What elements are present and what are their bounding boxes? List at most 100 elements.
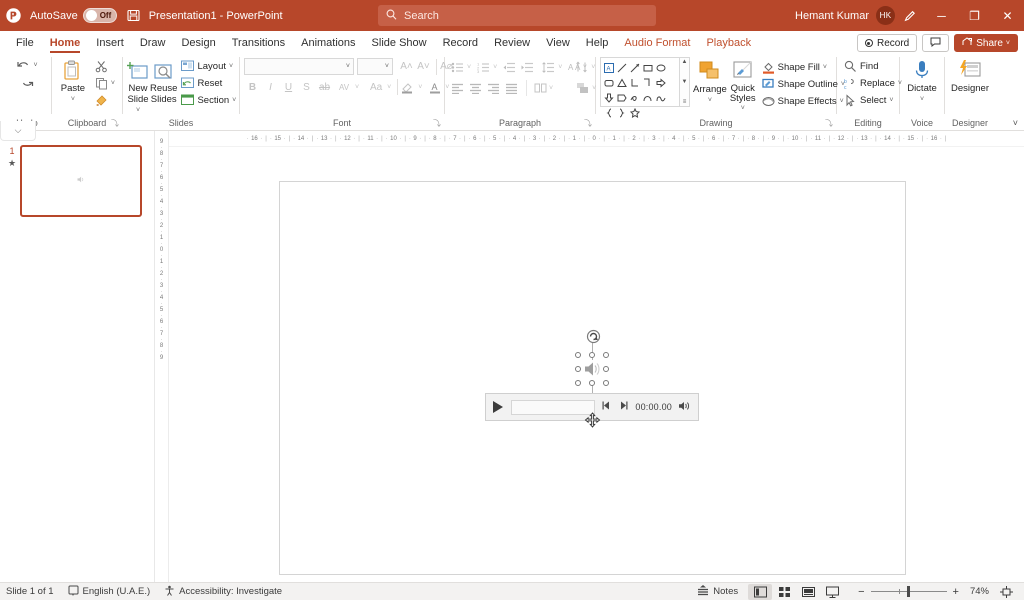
resize-handle-ne[interactable] (603, 352, 609, 358)
arrange-chevron-icon[interactable]: ˅ (708, 95, 712, 106)
pen-icon[interactable] (895, 0, 925, 31)
quick-styles-chevron-icon[interactable]: ˅ (741, 104, 745, 114)
close-button[interactable]: ✕ (991, 0, 1024, 31)
numbering-icon[interactable]: 123 (475, 59, 492, 75)
character-spacing-icon[interactable]: AV (334, 79, 354, 95)
shape-triangle-icon[interactable] (615, 75, 628, 90)
underline-icon[interactable]: U (280, 79, 297, 95)
slide-sorter-button[interactable] (772, 584, 796, 600)
shape-curve-icon[interactable] (641, 90, 654, 105)
reset-button[interactable]: Reset (178, 75, 239, 91)
shape-right-arrow-icon[interactable] (654, 75, 667, 90)
tab-help[interactable]: Help (578, 33, 617, 53)
decrease-indent-icon[interactable] (501, 59, 518, 75)
strikethrough-icon[interactable]: ab (316, 79, 333, 95)
resize-handle-s[interactable] (589, 380, 595, 386)
quick-styles-button[interactable]: Quick Styles ˅ (730, 57, 756, 114)
paragraph-dialog-launcher[interactable]: ⤵ (584, 118, 592, 129)
line-spacing-chevron-icon[interactable]: ˅ (558, 64, 562, 71)
designer-button[interactable]: Designer (949, 56, 991, 94)
save-icon[interactable] (127, 9, 140, 22)
text-shadow-icon[interactable]: S (298, 79, 315, 95)
increase-font-icon[interactable]: A˄ (398, 59, 415, 75)
select-button[interactable]: Select ˅ (841, 92, 905, 108)
tab-insert[interactable]: Insert (88, 33, 132, 53)
resize-handle-n[interactable] (589, 352, 595, 358)
volume-icon[interactable] (678, 400, 691, 415)
drawing-dialog-launcher[interactable]: ⤵ (825, 118, 833, 129)
search-input[interactable]: Search (378, 5, 656, 26)
arrange-button[interactable]: Arrange ˅ (693, 57, 727, 106)
gallery-scroll-down-icon[interactable]: ▼ (682, 79, 688, 85)
forward-quarter-second-icon[interactable] (618, 400, 629, 414)
share-button[interactable]: Share ˅ (954, 34, 1018, 52)
tab-playback[interactable]: Playback (698, 33, 759, 53)
resize-handle-sw[interactable] (575, 380, 581, 386)
paste-chevron-icon[interactable]: ˅ (71, 94, 75, 105)
smartart-icon[interactable] (574, 80, 591, 96)
zoom-level[interactable]: 74% (970, 586, 989, 597)
tab-record[interactable]: Record (435, 33, 486, 53)
slide-count[interactable]: Slide 1 of 1 (6, 586, 54, 597)
copy-chevron-icon[interactable]: ˅ (111, 80, 115, 87)
resize-handle-nw[interactable] (575, 352, 581, 358)
tab-transitions[interactable]: Transitions (224, 33, 293, 53)
tab-home[interactable]: Home (42, 33, 89, 53)
undo-chevron-icon[interactable]: ˅ (33, 62, 37, 69)
tab-review[interactable]: Review (486, 33, 538, 53)
language-status[interactable]: English (U.A.E.) (68, 585, 151, 599)
tab-view[interactable]: View (538, 33, 578, 53)
reuse-slides-button[interactable]: Reuse Slides (150, 56, 177, 105)
shapes-gallery-scrollbar[interactable]: ▲ ▼ ≡ (680, 57, 690, 107)
rotate-handle-icon[interactable] (586, 329, 601, 347)
shape-pentagon-icon[interactable] (615, 90, 628, 105)
shape-elbow2-icon[interactable] (641, 75, 654, 90)
minimize-button[interactable]: ─ (925, 0, 958, 31)
normal-view-button[interactable] (748, 584, 772, 600)
layout-chevron-icon[interactable]: ˅ (229, 63, 233, 70)
tab-audio-format[interactable]: Audio Format (616, 33, 698, 53)
reading-view-button[interactable] (796, 584, 820, 600)
font-name-input[interactable]: ˅ (244, 58, 354, 75)
character-spacing-chevron-icon[interactable]: ˅ (355, 84, 359, 91)
highlight-color-icon[interactable] (397, 79, 417, 95)
tab-file[interactable]: File (8, 33, 42, 53)
new-slide-chevron-icon[interactable]: ˅ (136, 105, 140, 116)
font-name-chevron-icon[interactable]: ˅ (346, 63, 350, 70)
align-right-icon[interactable] (485, 80, 502, 96)
new-slide-button[interactable]: New Slide ˅ (127, 56, 149, 116)
section-button[interactable]: Section ˅ (178, 92, 239, 108)
zoom-slider[interactable]: − + (848, 586, 959, 598)
audio-progress-bar[interactable] (511, 400, 595, 415)
font-size-input[interactable]: ˅ (357, 58, 393, 75)
redo-button[interactable] (20, 76, 35, 92)
tab-animations[interactable]: Animations (293, 33, 363, 53)
shape-effects-button[interactable]: Shape Effects ˅ (759, 93, 848, 109)
shape-fill-chevron-icon[interactable]: ˅ (823, 64, 827, 71)
collapse-ribbon-button[interactable]: ˅ (1013, 118, 1018, 128)
highlight-color-chevron-icon[interactable]: ˅ (418, 84, 422, 91)
resize-handle-e[interactable] (603, 366, 609, 372)
autosave-switch[interactable]: Off (83, 8, 117, 23)
italic-icon[interactable]: I (262, 79, 279, 95)
zoom-thumb[interactable] (907, 586, 910, 597)
replace-button[interactable]: bc Replace ˅ (841, 75, 905, 91)
increase-indent-icon[interactable] (519, 59, 536, 75)
resize-handle-se[interactable] (603, 380, 609, 386)
document-title[interactable]: Presentation1 - PowerPoint (149, 10, 283, 22)
shapes-grid[interactable]: A (600, 57, 680, 107)
section-chevron-icon[interactable]: ˅ (232, 97, 236, 104)
align-text-chevron-icon[interactable]: ˅ (583, 64, 587, 71)
font-color-icon[interactable]: A (426, 79, 444, 95)
gallery-more-icon[interactable]: ≡ (683, 99, 687, 105)
back-quarter-second-icon[interactable] (601, 400, 612, 414)
tab-draw[interactable]: Draw (132, 33, 174, 53)
shape-rectangle-icon[interactable] (641, 60, 654, 75)
shape-arrow-icon[interactable] (628, 60, 641, 75)
clipboard-dialog-launcher[interactable]: ⤵ (111, 118, 119, 129)
shape-textbox-icon[interactable]: A (602, 60, 615, 75)
find-button[interactable]: Find (841, 58, 905, 74)
align-center-icon[interactable] (467, 80, 484, 96)
shape-arc-icon[interactable] (654, 90, 667, 105)
zoom-in-button[interactable]: + (953, 586, 959, 598)
